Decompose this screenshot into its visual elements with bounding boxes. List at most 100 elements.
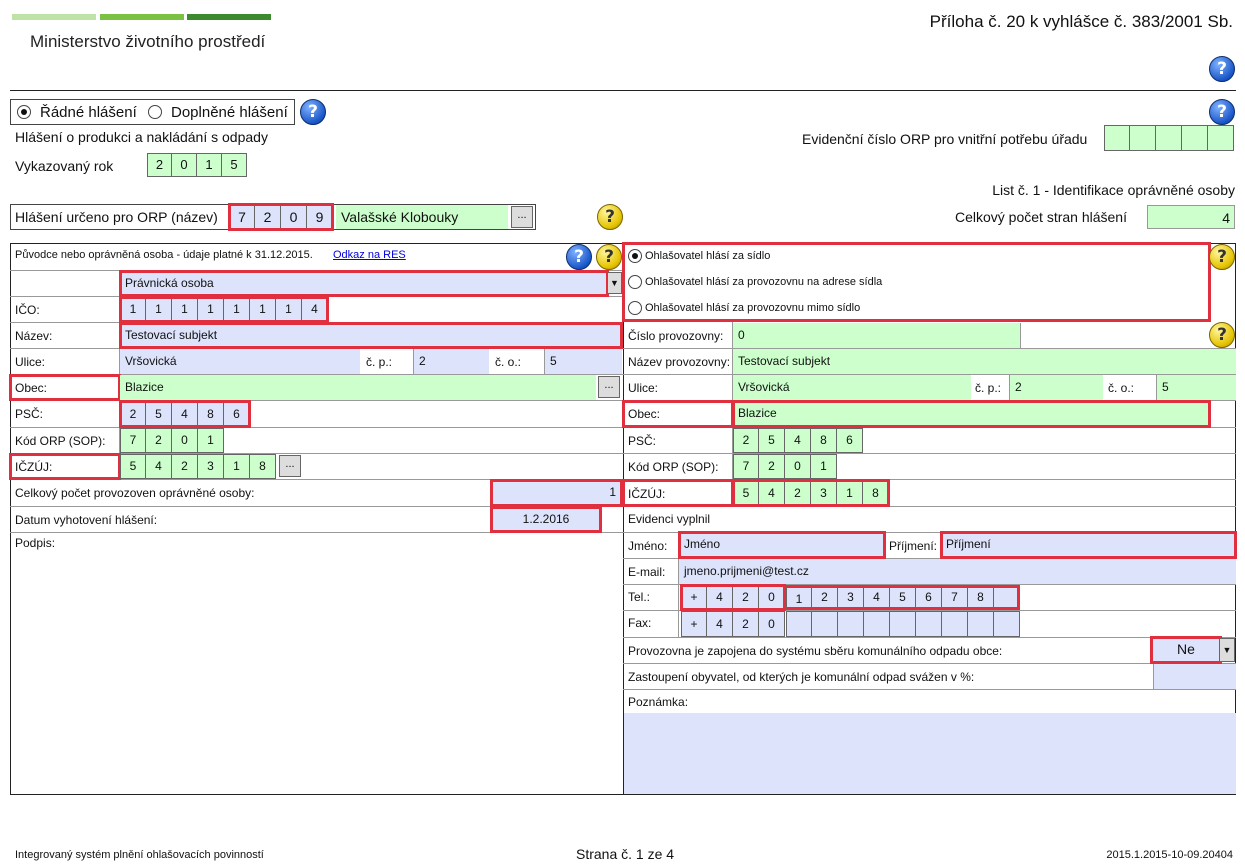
scope-facility-other-radio[interactable] [628,301,642,315]
fax-digits[interactable] [786,611,1020,637]
digit-cell[interactable] [1208,125,1234,151]
help-icon[interactable]: ? [596,244,622,270]
digit-cell[interactable]: 2 [147,153,172,177]
orp-digits[interactable]: 7 2 0 9 [228,203,334,231]
evid-number-cells[interactable] [1104,125,1234,151]
digit-cell[interactable]: 7 [229,204,255,230]
scope-facility-seat-radio[interactable] [628,275,642,289]
digit-cell[interactable]: 5 [222,153,247,177]
digit-cell[interactable]: 4 [302,297,328,322]
digit-cell[interactable] [1130,125,1156,151]
digit-cell[interactable]: 1 [197,153,222,177]
street-field[interactable]: Vršovická [120,349,360,374]
digit-cell[interactable]: 7 [942,585,968,610]
digit-cell[interactable]: 0 [759,585,785,610]
city-browse-button[interactable]: ... [598,376,620,398]
last-name-field[interactable]: Příjmení [940,531,1237,559]
digit-cell[interactable]: 0 [281,204,307,230]
digit-cell[interactable]: 9 [307,204,333,230]
co-field[interactable]: 5 [544,349,622,374]
help-icon[interactable]: ? [1209,322,1235,348]
total-facilities-field[interactable]: 1 [490,479,623,507]
city-field[interactable]: Blazice [120,375,596,400]
population-field[interactable] [1153,664,1236,689]
facility-city-field[interactable]: Blazice [732,400,1211,428]
digit-cell[interactable]: 4 [864,585,890,610]
facility-street-field[interactable]: Vršovická [733,375,971,400]
cp-field[interactable]: 2 [413,349,489,374]
phone-prefix[interactable]: + 4 2 0 [680,584,786,611]
digit-cell[interactable]: 0 [759,611,785,637]
help-icon[interactable]: ? [300,99,326,125]
help-icon[interactable]: ? [597,204,623,230]
digit-cell[interactable] [812,611,838,637]
help-icon[interactable]: ? [1209,56,1235,82]
digit-cell[interactable] [1104,125,1130,151]
digit-cell[interactable]: 8 [198,401,224,427]
regular-report-radio[interactable] [17,105,31,119]
digit-cell[interactable]: 1 [786,585,812,610]
digit-cell[interactable]: 1 [224,297,250,322]
digit-cell[interactable] [994,611,1020,637]
digit-cell[interactable]: 5 [890,585,916,610]
year-digits[interactable]: 2 0 1 5 [147,153,247,177]
digit-cell[interactable]: 1 [250,297,276,322]
digit-cell[interactable]: 1 [146,297,172,322]
note-textarea[interactable] [624,713,1236,794]
help-icon[interactable]: ? [566,244,592,270]
digit-cell[interactable] [1156,125,1182,151]
orp-browse-button[interactable]: ... [511,206,533,228]
digit-cell[interactable] [890,611,916,637]
help-icon[interactable]: ? [1209,244,1235,270]
digit-cell[interactable]: 1 [198,297,224,322]
digit-cell[interactable]: 1 [276,297,302,322]
digit-cell[interactable]: 1 [172,297,198,322]
digit-cell[interactable] [942,611,968,637]
digit-cell[interactable]: 2 [255,204,281,230]
facility-no-field[interactable]: 0 [733,323,1021,348]
phone-digits[interactable]: 1 2 3 4 5 6 7 8 [786,585,1020,610]
first-name-field[interactable]: Jméno [678,531,886,559]
ico-digits[interactable]: 1 1 1 1 1 1 1 4 [119,296,329,323]
chevron-down-icon[interactable]: ▼ [607,272,622,294]
digit-cell[interactable]: 4 [172,401,198,427]
name-field[interactable]: Testovací subjekt [119,322,623,349]
digit-cell[interactable]: 5 [146,401,172,427]
digit-cell[interactable]: 4 [707,585,733,610]
digit-cell[interactable]: 4 [707,611,733,637]
supplementary-report-radio[interactable] [148,105,162,119]
facility-cp-field[interactable]: 2 [1009,375,1103,400]
chevron-down-icon[interactable]: ▼ [1219,638,1235,662]
digit-cell[interactable] [994,585,1020,610]
digit-cell[interactable] [916,611,942,637]
psc-digits[interactable]: 2 5 4 8 6 [119,400,251,428]
digit-cell[interactable]: + [681,585,707,610]
digit-cell[interactable]: 2 [120,401,146,427]
facility-co-field[interactable]: 5 [1156,375,1236,400]
person-type-select[interactable]: Právnická osoba [119,270,609,297]
digit-cell[interactable]: + [681,611,707,637]
iczuj-browse-button[interactable]: ... [279,455,301,477]
digit-cell[interactable]: 6 [916,585,942,610]
digit-cell[interactable]: 2 [733,585,759,610]
res-link[interactable]: Odkaz na RES [333,249,406,261]
fax-prefix[interactable]: + 4 2 0 [681,611,785,637]
digit-cell[interactable]: 2 [733,611,759,637]
digit-cell[interactable] [968,611,994,637]
digit-cell[interactable]: 3 [838,585,864,610]
digit-cell[interactable] [1182,125,1208,151]
waste-system-select[interactable]: Ne [1150,636,1222,664]
digit-cell[interactable] [786,611,812,637]
facility-name-field[interactable]: Testovací subjekt [733,349,1236,374]
digit-cell[interactable] [838,611,864,637]
digit-cell[interactable]: 0 [172,153,197,177]
digit-cell[interactable]: 6 [224,401,250,427]
scope-seat-radio[interactable] [628,249,642,263]
email-field[interactable]: jmeno.prijmeni@test.cz [679,559,1236,584]
date-field[interactable]: 1.2.2016 [490,506,602,533]
pages-value[interactable]: 4 [1147,205,1235,229]
digit-cell[interactable]: 2 [812,585,838,610]
digit-cell[interactable]: 1 [120,297,146,322]
help-icon[interactable]: ? [1209,99,1235,125]
digit-cell[interactable] [864,611,890,637]
